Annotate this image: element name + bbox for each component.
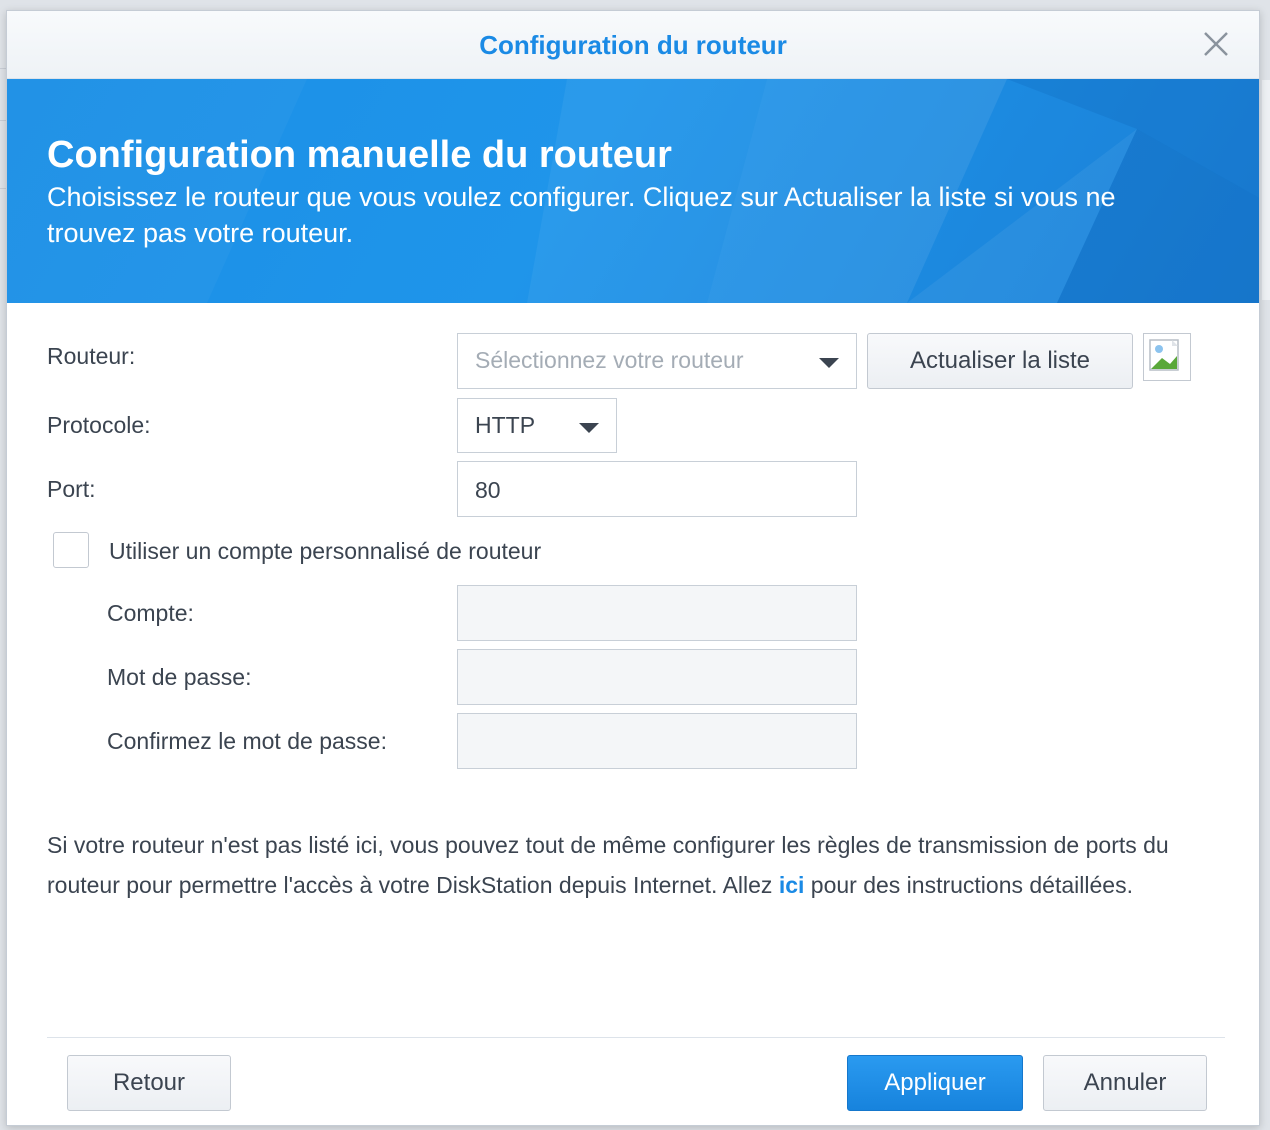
confirm-password-label: Confirmez le mot de passe: xyxy=(107,728,387,754)
custom-account-label[interactable]: Utiliser un compte personnalisé de route… xyxy=(109,538,541,565)
close-icon[interactable] xyxy=(1201,29,1231,59)
port-input[interactable]: 80 xyxy=(457,461,857,517)
custom-account-checkbox[interactable] xyxy=(53,532,89,568)
banner-description: Choisissez le routeur que vous voulez co… xyxy=(47,182,1116,248)
background-panel xyxy=(1262,80,1270,300)
router-select-placeholder: Sélectionnez votre routeur xyxy=(475,347,744,373)
chevron-down-icon xyxy=(819,358,839,368)
protocol-select[interactable]: HTTP xyxy=(457,398,617,453)
dialog-titlebar: Configuration du routeur xyxy=(7,11,1259,79)
footer-divider xyxy=(47,1037,1225,1038)
router-label: Routeur: xyxy=(47,343,136,369)
confirm-password-input[interactable] xyxy=(457,713,857,769)
protocol-label: Protocole: xyxy=(47,412,151,438)
refresh-list-button[interactable]: Actualiser la liste xyxy=(867,333,1133,389)
router-config-dialog: Configuration du routeur Configuration m… xyxy=(6,10,1260,1126)
apply-button[interactable]: Appliquer xyxy=(847,1055,1023,1111)
back-button[interactable]: Retour xyxy=(67,1055,231,1111)
account-input[interactable] xyxy=(457,585,857,641)
cancel-button[interactable]: Annuler xyxy=(1043,1055,1207,1111)
banner-heading: Configuration manuelle du routeur xyxy=(47,134,672,176)
protocol-select-value: HTTP xyxy=(475,412,536,438)
port-label: Port: xyxy=(47,476,96,502)
header-banner: Configuration manuelle du routeur Choisi… xyxy=(7,79,1259,303)
chevron-down-icon xyxy=(579,423,599,433)
router-select[interactable]: Sélectionnez votre routeur xyxy=(457,333,857,389)
port-input-value: 80 xyxy=(475,477,501,503)
help-note: Si votre routeur n'est pas listé ici, vo… xyxy=(47,825,1217,905)
password-input[interactable] xyxy=(457,649,857,705)
broken-image-icon xyxy=(1143,333,1191,381)
password-label: Mot de passe: xyxy=(107,664,252,690)
dialog-title: Configuration du routeur xyxy=(479,30,787,60)
account-label: Compte: xyxy=(107,600,194,626)
help-link[interactable]: ici xyxy=(779,872,805,898)
help-note-text-end: pour des instructions détaillées. xyxy=(804,872,1133,898)
